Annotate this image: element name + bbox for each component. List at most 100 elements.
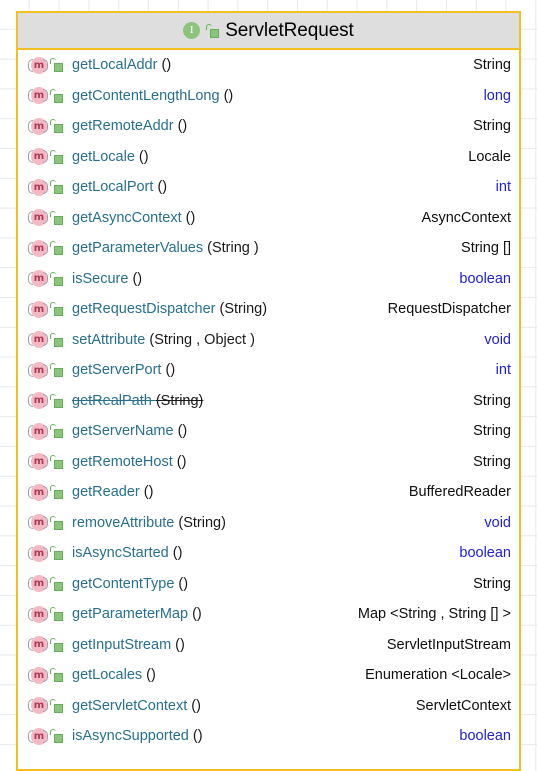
member-return-type: Map <String , String [] > bbox=[357, 606, 511, 623]
unlocked-padlock-icon bbox=[50, 607, 63, 622]
member-signature: getRemoteAddr () bbox=[72, 118, 461, 134]
member-name: getParameterMap bbox=[72, 606, 193, 623]
member-row[interactable]: m getRealPath (String) String bbox=[18, 386, 519, 417]
member-name: removeAttribute bbox=[72, 514, 179, 531]
member-row[interactable]: m getReader () BufferedReader bbox=[18, 477, 519, 508]
member-name: isAsyncSupported bbox=[72, 728, 193, 745]
member-row[interactable]: m removeAttribute (String) void bbox=[18, 508, 519, 539]
member-params: () bbox=[185, 209, 196, 226]
member-return-type: void bbox=[484, 514, 511, 531]
uml-node-header[interactable]: I ServletRequest bbox=[18, 13, 519, 50]
member-row[interactable]: m getContentType () String bbox=[18, 569, 519, 600]
member-signature: removeAttribute (String) bbox=[72, 515, 472, 531]
member-row[interactable]: m isAsyncStarted () boolean bbox=[18, 538, 519, 569]
member-signature: getLocale () bbox=[72, 149, 456, 165]
member-row[interactable]: m getAsyncContext () AsyncContext bbox=[18, 203, 519, 234]
method-icon: m bbox=[28, 269, 48, 288]
member-name: getRealPath bbox=[72, 392, 156, 409]
member-return-type: ServletInputStream bbox=[386, 636, 511, 653]
method-icon: m bbox=[28, 300, 48, 319]
member-params: () bbox=[192, 728, 203, 745]
member-return-type: Enumeration <Locale> bbox=[365, 667, 511, 684]
member-return-type: BufferedReader bbox=[408, 484, 511, 501]
method-icon: m bbox=[28, 178, 48, 197]
unlocked-padlock-icon bbox=[50, 637, 63, 652]
member-params: () bbox=[223, 87, 234, 104]
unlocked-padlock-icon bbox=[206, 23, 220, 38]
member-row[interactable]: m getInputStream () ServletInputStream bbox=[18, 630, 519, 661]
method-icon: m bbox=[28, 239, 48, 258]
member-signature: setAttribute (String , Object ) bbox=[72, 332, 472, 348]
member-row[interactable]: m isSecure () boolean bbox=[18, 264, 519, 295]
member-return-type: ServletContext bbox=[415, 697, 511, 714]
member-params: () bbox=[138, 148, 149, 165]
member-params: (String ) bbox=[207, 240, 259, 257]
member-list: m getLocalAddr () String m getContentLen… bbox=[18, 50, 519, 752]
member-row[interactable]: m getLocales () Enumeration <Locale> bbox=[18, 660, 519, 691]
member-signature: getServerPort () bbox=[72, 362, 484, 378]
method-icon: m bbox=[28, 574, 48, 593]
member-row[interactable]: m getServerName () String bbox=[18, 416, 519, 447]
member-signature: getReader () bbox=[72, 484, 397, 500]
member-row[interactable]: m isAsyncSupported () boolean bbox=[18, 721, 519, 752]
member-name: getLocales bbox=[72, 667, 147, 684]
member-return-type: RequestDispatcher bbox=[387, 301, 511, 318]
member-name: getServletContext bbox=[72, 697, 192, 714]
member-row[interactable]: m getParameterValues (String ) String [] bbox=[18, 233, 519, 264]
member-row[interactable]: m getParameterMap () Map <String , Strin… bbox=[18, 599, 519, 630]
member-row[interactable]: m getLocalAddr () String bbox=[18, 50, 519, 81]
member-params: () bbox=[132, 270, 143, 287]
unlocked-padlock-icon bbox=[50, 149, 63, 164]
member-signature: getContentLengthLong () bbox=[72, 88, 472, 104]
method-icon: m bbox=[28, 208, 48, 227]
member-signature: getLocales () bbox=[72, 667, 353, 683]
member-params: () bbox=[146, 667, 156, 684]
member-params: () bbox=[172, 545, 183, 562]
unlocked-padlock-icon bbox=[50, 119, 63, 134]
method-icon: m bbox=[28, 544, 48, 563]
unlocked-padlock-icon bbox=[50, 393, 63, 408]
unlocked-padlock-icon bbox=[50, 485, 63, 500]
member-signature: getParameterValues (String ) bbox=[72, 240, 449, 256]
member-return-type: boolean bbox=[459, 728, 511, 745]
member-row[interactable]: m getLocalPort () int bbox=[18, 172, 519, 203]
member-row[interactable]: m getRequestDispatcher (String) RequestD… bbox=[18, 294, 519, 325]
member-params: () bbox=[157, 179, 168, 196]
member-signature: getRemoteHost () bbox=[72, 454, 461, 470]
unlocked-padlock-icon bbox=[50, 210, 63, 225]
member-return-type: void bbox=[484, 331, 511, 348]
member-name: getLocale bbox=[72, 148, 139, 165]
member-signature: isSecure () bbox=[72, 271, 447, 287]
unlocked-padlock-icon bbox=[50, 180, 63, 195]
member-signature: getAsyncContext () bbox=[72, 210, 410, 226]
member-return-type: AsyncContext bbox=[421, 209, 511, 226]
unlocked-padlock-icon bbox=[50, 698, 63, 713]
member-params: () bbox=[165, 362, 176, 379]
unlocked-padlock-icon bbox=[50, 271, 63, 286]
method-icon: m bbox=[28, 483, 48, 502]
member-row[interactable]: m getRemoteAddr () String bbox=[18, 111, 519, 142]
unlocked-padlock-icon bbox=[50, 363, 63, 378]
member-return-type: int bbox=[495, 179, 511, 196]
member-name: getParameterValues bbox=[72, 240, 208, 257]
member-return-type: int bbox=[495, 362, 511, 379]
member-row[interactable]: m setAttribute (String , Object ) void bbox=[18, 325, 519, 356]
member-params: () bbox=[175, 636, 185, 653]
method-icon: m bbox=[28, 391, 48, 410]
uml-class-node[interactable]: I ServletRequest m getLocalAddr () Strin… bbox=[16, 11, 521, 771]
member-name: getReader bbox=[72, 484, 144, 501]
uml-node-title: ServletRequest bbox=[225, 19, 354, 41]
member-name: isAsyncStarted bbox=[72, 545, 173, 562]
member-name: getContentLengthLong bbox=[72, 87, 224, 104]
unlocked-padlock-icon bbox=[50, 668, 63, 683]
member-signature: isAsyncStarted () bbox=[72, 545, 447, 561]
member-name: getContentType bbox=[72, 575, 179, 592]
member-return-type: boolean bbox=[459, 545, 511, 562]
member-row[interactable]: m getServletContext () ServletContext bbox=[18, 691, 519, 722]
member-signature: getRequestDispatcher (String) bbox=[72, 301, 376, 317]
member-name: getRemoteAddr bbox=[72, 118, 178, 135]
member-row[interactable]: m getServerPort () int bbox=[18, 355, 519, 386]
member-row[interactable]: m getLocale () Locale bbox=[18, 142, 519, 173]
member-row[interactable]: m getContentLengthLong () long bbox=[18, 81, 519, 112]
member-row[interactable]: m getRemoteHost () String bbox=[18, 447, 519, 478]
